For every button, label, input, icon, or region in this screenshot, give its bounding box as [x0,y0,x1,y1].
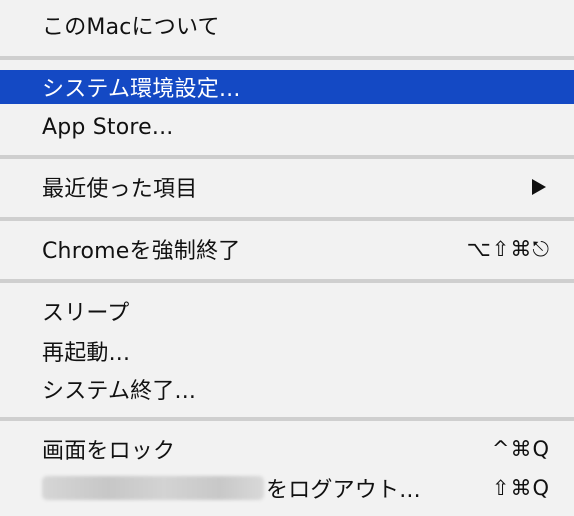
menu-separator [0,217,574,221]
menu-separator [0,417,574,421]
keyboard-shortcut: ^⌘Q [491,437,550,461]
logout-suffix: をログアウト... [266,478,421,503]
menu-item-label: Chromeを強制終了 [42,239,241,264]
keyboard-shortcut: ⌥⇧⌘⎋ [466,236,550,261]
menu-item-about-this-mac[interactable]: このMacについて [0,8,574,42]
menu-item-logout[interactable]: をログアウト... ⇧⌘Q [0,471,574,505]
menu-item-label: このMacについて [42,15,220,40]
menu-item-label: スリープ [42,301,130,326]
menu-item-app-store[interactable]: App Store... [0,110,574,144]
menu-item-label: システム終了... [42,379,197,404]
menu-item-restart[interactable]: 再起動... [0,334,574,368]
menu-item-system-preferences[interactable]: システム環境設定... [0,70,574,104]
menu-item-lock-screen[interactable]: 画面をロック ^⌘Q [0,432,574,466]
menu-item-label: 最近使った項目 [42,177,198,202]
menu-item-label: をログアウト... [42,472,492,504]
apple-menu: このMacについて システム環境設定... App Store... 最近使った… [0,0,574,516]
menu-separator [0,155,574,159]
menu-item-shutdown[interactable]: システム終了... [0,372,574,406]
menu-item-label: App Store... [42,114,174,140]
menu-item-label: 画面をロック [42,439,176,464]
menu-item-sleep[interactable]: スリープ [0,294,574,328]
menu-item-force-quit[interactable]: Chromeを強制終了 ⌥⇧⌘⎋ [0,232,574,266]
keyboard-shortcut: ⇧⌘Q [491,476,550,500]
menu-item-recent-items[interactable]: 最近使った項目 [0,170,574,204]
menu-item-label: 再起動... [42,341,131,366]
menu-separator [0,279,574,283]
menu-separator [0,56,574,60]
menu-item-label: システム環境設定... [42,77,241,102]
redacted-username [42,476,264,500]
chevron-right-icon [532,179,546,195]
